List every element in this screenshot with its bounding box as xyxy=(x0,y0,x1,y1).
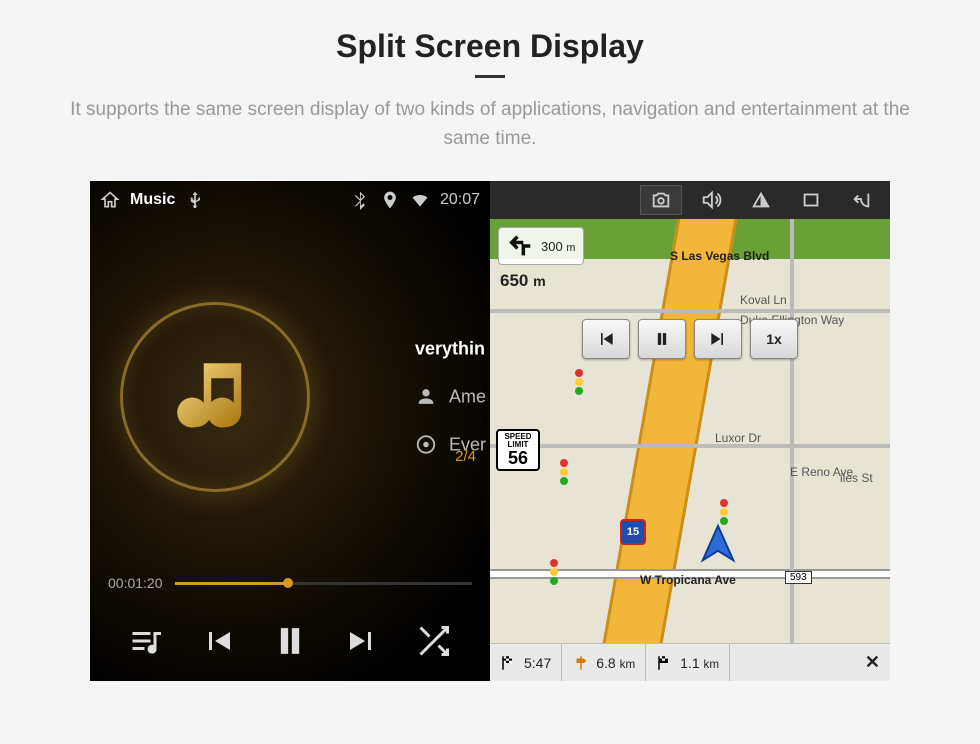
player-controls xyxy=(90,601,490,681)
back-button[interactable] xyxy=(840,185,882,215)
street-label: Koval Ln xyxy=(740,293,787,307)
track-list: verythin Ame Ever xyxy=(415,339,490,456)
recent-apps-button[interactable] xyxy=(790,185,832,215)
route-next-button[interactable] xyxy=(694,319,742,359)
distance-remaining: 650 m xyxy=(500,271,546,291)
turn-left-icon xyxy=(507,232,535,260)
traffic-light-icon xyxy=(560,459,568,486)
route-prev-button[interactable] xyxy=(582,319,630,359)
disc-icon xyxy=(415,434,437,456)
next-distance-cell: 1.1 km xyxy=(646,644,730,681)
progress-row: 00:01:20 xyxy=(90,575,490,601)
traffic-light-icon xyxy=(575,369,583,396)
signpost-icon xyxy=(572,654,590,672)
seek-bar[interactable] xyxy=(175,582,473,585)
brightness-button[interactable] xyxy=(740,185,782,215)
music-body: verythin Ame Ever 2/4 xyxy=(90,219,490,575)
street-label: Luxor Dr xyxy=(715,431,761,445)
bluetooth-icon xyxy=(350,190,370,210)
route-speed-button[interactable]: 1x xyxy=(750,319,798,359)
page-subtitle: It supports the same screen display of t… xyxy=(50,96,930,153)
music-pane: Music 20:07 xyxy=(90,181,490,681)
track-counter: 2/4 xyxy=(455,448,476,465)
location-icon xyxy=(380,190,400,210)
street-label: iles St xyxy=(840,471,873,485)
wifi-icon xyxy=(410,190,430,210)
android-system-bar xyxy=(490,181,890,219)
usb-icon xyxy=(185,190,205,210)
pause-button[interactable] xyxy=(268,619,312,663)
flag-icon xyxy=(500,654,518,672)
elapsed-time: 00:01:20 xyxy=(108,575,163,591)
screenshot-button[interactable] xyxy=(640,185,682,215)
next-button[interactable] xyxy=(340,619,384,663)
nav-bottom-bar: 5:47 6.8 km 1.1 km ✕ xyxy=(490,643,890,681)
person-icon xyxy=(415,386,437,408)
track-row[interactable]: Ame xyxy=(415,386,486,408)
navigation-pane: S Las Vegas Blvd Koval Ln Duke Ellington… xyxy=(490,181,890,681)
previous-button[interactable] xyxy=(196,619,240,663)
exit-badge: 593 xyxy=(785,571,812,584)
highway-shield: 15 xyxy=(620,519,646,545)
turn-instruction: 300 m xyxy=(498,227,584,265)
status-clock: 20:07 xyxy=(440,191,480,209)
title-underline xyxy=(475,75,505,78)
page-title: Split Screen Display xyxy=(0,28,980,65)
flag-icon xyxy=(656,654,674,672)
shuffle-button[interactable] xyxy=(412,619,456,663)
album-art-ring[interactable] xyxy=(120,302,310,492)
android-status-bar: Music 20:07 xyxy=(90,181,490,219)
route-pause-button[interactable] xyxy=(638,319,686,359)
route-playback-controls: 1x xyxy=(582,319,798,359)
eta-cell: 5:47 xyxy=(490,644,562,681)
track-row-current[interactable]: verythin xyxy=(415,339,486,360)
device-frame: Music 20:07 xyxy=(90,181,890,681)
total-distance-cell: 6.8 km xyxy=(562,644,646,681)
playlist-button[interactable] xyxy=(124,619,168,663)
street-label: W Tropicana Ave xyxy=(640,573,736,587)
music-note-icon xyxy=(170,352,260,442)
volume-button[interactable] xyxy=(690,185,732,215)
home-icon[interactable] xyxy=(100,190,120,210)
vehicle-cursor-icon xyxy=(695,522,741,573)
map-canvas[interactable]: S Las Vegas Blvd Koval Ln Duke Ellington… xyxy=(490,219,890,643)
speed-limit-sign: SPEED LIMIT 56 xyxy=(496,429,540,471)
close-nav-button[interactable]: ✕ xyxy=(855,644,890,681)
traffic-light-icon xyxy=(550,559,558,586)
street-label: S Las Vegas Blvd xyxy=(670,249,769,263)
status-app-title: Music xyxy=(130,191,175,209)
